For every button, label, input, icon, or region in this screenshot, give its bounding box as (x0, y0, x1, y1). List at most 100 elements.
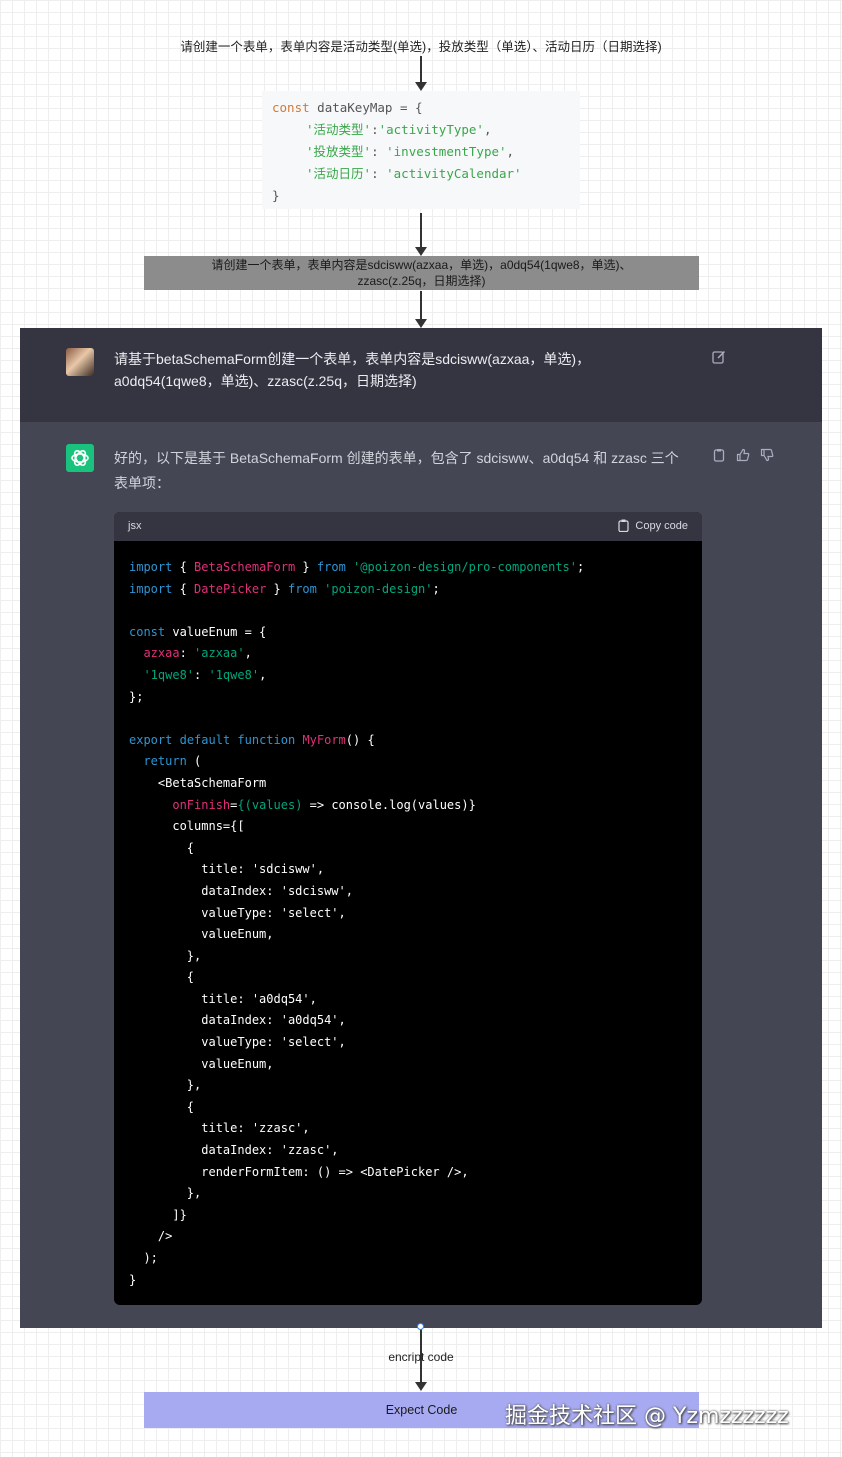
code-line: <BetaSchemaForm (129, 773, 702, 795)
code-line: { (129, 967, 702, 989)
clipboard-icon[interactable] (712, 448, 726, 462)
arrow-3 (415, 291, 427, 328)
code-token: valueEnum, (129, 1056, 274, 1071)
code-token: valueType: 'select', (129, 1035, 346, 1050)
map-value: 'activityCalendar' (386, 166, 522, 181)
code-line: onFinish={(values) => console.log(values… (129, 795, 702, 817)
code-line: ]} (129, 1205, 702, 1227)
code-token: onFinish (172, 797, 231, 812)
code-token: <BetaSchemaForm (129, 775, 267, 790)
code-token: valueEnum = { (165, 624, 267, 639)
code-token: BetaSchemaForm (194, 560, 296, 574)
code-line: /> (129, 1226, 702, 1248)
code-token: export (129, 732, 173, 747)
code-token: '1qwe8' (143, 667, 195, 682)
thumbs-down-icon[interactable] (760, 448, 774, 462)
code-token: ); (129, 1251, 158, 1265)
code-token: { (172, 581, 195, 596)
code-line: }, (129, 1183, 702, 1205)
code-token: ; (577, 560, 585, 574)
code-token: renderFormItem: () => <DatePicker />, (129, 1164, 469, 1179)
code-line: azxaa: 'azxaa', (129, 643, 702, 665)
code-token: valueType: 'select', (129, 905, 346, 920)
clipboard-icon (618, 519, 630, 532)
code-line: }, (129, 1075, 702, 1097)
map-decl-line: const dataKeyMap = { (272, 97, 580, 119)
code-line: }, (129, 946, 702, 968)
code-line: title: 'sdcisww', (129, 859, 702, 881)
chat-panel: 请基于betaSchemaForm创建一个表单，表单内容是sdcisww(azx… (20, 328, 822, 1328)
assistant-message-text: 好的，以下是基于 BetaSchemaForm 创建的表单，包含了 sdcisw… (114, 446, 704, 496)
copy-code-button[interactable]: Copy code (618, 519, 688, 532)
connector-handle[interactable] (417, 1323, 424, 1330)
code-line: return ( (129, 751, 702, 773)
map-close: } (272, 188, 280, 203)
code-line: columns={[ (129, 816, 702, 838)
code-token: dataIndex: 'a0dq54', (129, 1013, 346, 1028)
code-token: title: 'a0dq54', (129, 991, 317, 1006)
prompt-box: 请创建一个表单，表单内容是sdcisww(azxaa，单选)，a0dq54(1q… (144, 256, 699, 290)
code-token: }; (129, 689, 144, 704)
code-token: 'azxaa' (194, 646, 245, 661)
code-line: title: 'a0dq54', (129, 989, 702, 1011)
arrow-2 (415, 213, 427, 256)
code-token: dataIndex: 'sdcisww', (129, 883, 353, 898)
code-token: MyForm (302, 732, 346, 747)
step1-label: 请创建一个表单，表单内容是活动类型(单选)，投放类型（单选）、活动日历（日期选择… (180, 40, 662, 54)
code-line: import { DatePicker } from 'poizon-desig… (129, 579, 702, 601)
data-key-map-snippet: const dataKeyMap = { '活动类型':'activityTyp… (262, 91, 580, 209)
code-line: import { BetaSchemaForm } from '@poizon-… (129, 557, 702, 579)
code-token: }, (129, 1078, 202, 1093)
code-line: title: 'zzasc', (129, 1118, 702, 1140)
code-token: valueEnum, (129, 927, 274, 942)
code-token: from (287, 581, 317, 596)
user-message-text: 请基于betaSchemaForm创建一个表单，表单内容是sdcisww(azx… (114, 348, 694, 392)
code-line: valueType: 'select', (129, 1032, 702, 1054)
code-line: { (129, 1097, 702, 1119)
code-token: ; (432, 581, 440, 596)
map-end: , (483, 122, 492, 137)
code-line: dataIndex: 'sdcisww', (129, 881, 702, 903)
edit-icon[interactable] (712, 350, 726, 364)
message-actions (712, 448, 784, 467)
code-token: () { (345, 732, 375, 747)
code-token: } (295, 560, 317, 574)
code-token: return (143, 754, 187, 769)
code-token: {(values) (237, 797, 303, 812)
encrypt-label: encript code (388, 1350, 454, 1364)
code-token: DatePicker (194, 581, 267, 596)
thumbs-up-icon[interactable] (736, 448, 750, 462)
assistant-line: 好的，以下是基于 BetaSchemaForm 创建的表单，包含了 sdcisw… (114, 450, 679, 466)
code-line: valueEnum, (129, 924, 702, 946)
code-line: valueEnum, (129, 1054, 702, 1076)
code-token: , (259, 667, 267, 682)
map-sep: : (371, 122, 379, 137)
map-row: '活动日历': 'activityCalendar' (272, 163, 580, 185)
code-token: } (266, 581, 288, 596)
code-language: jsx (128, 520, 142, 532)
code-token: 'poizon-design' (324, 581, 433, 596)
code-token: dataIndex: 'zzasc', (129, 1143, 339, 1158)
map-sep: : (371, 166, 387, 181)
code-content: import { BetaSchemaForm } from '@poizon-… (114, 541, 702, 1291)
map-value: 'investmentType' (386, 144, 507, 159)
assistant-line: 表单项： (114, 475, 170, 491)
code-token: { (172, 560, 195, 574)
map-value: 'activityType' (378, 122, 484, 137)
code-line: { (129, 838, 702, 860)
map-key: '活动日历' (306, 166, 372, 181)
code-line: '1qwe8': '1qwe8', (129, 665, 702, 687)
prompt-line-1: 请创建一个表单，表单内容是sdcisww(azxaa，单选)，a0dq54(1q… (211, 258, 632, 272)
code-token: { (129, 840, 195, 855)
code-token: : (179, 646, 195, 661)
code-token: title: 'zzasc', (129, 1121, 310, 1136)
code-token: /> (129, 1229, 173, 1244)
code-token: } (129, 1272, 137, 1287)
code-token: => console.log(values)} (302, 797, 476, 812)
map-key: '活动类型' (306, 122, 372, 137)
code-token: const (129, 624, 166, 639)
